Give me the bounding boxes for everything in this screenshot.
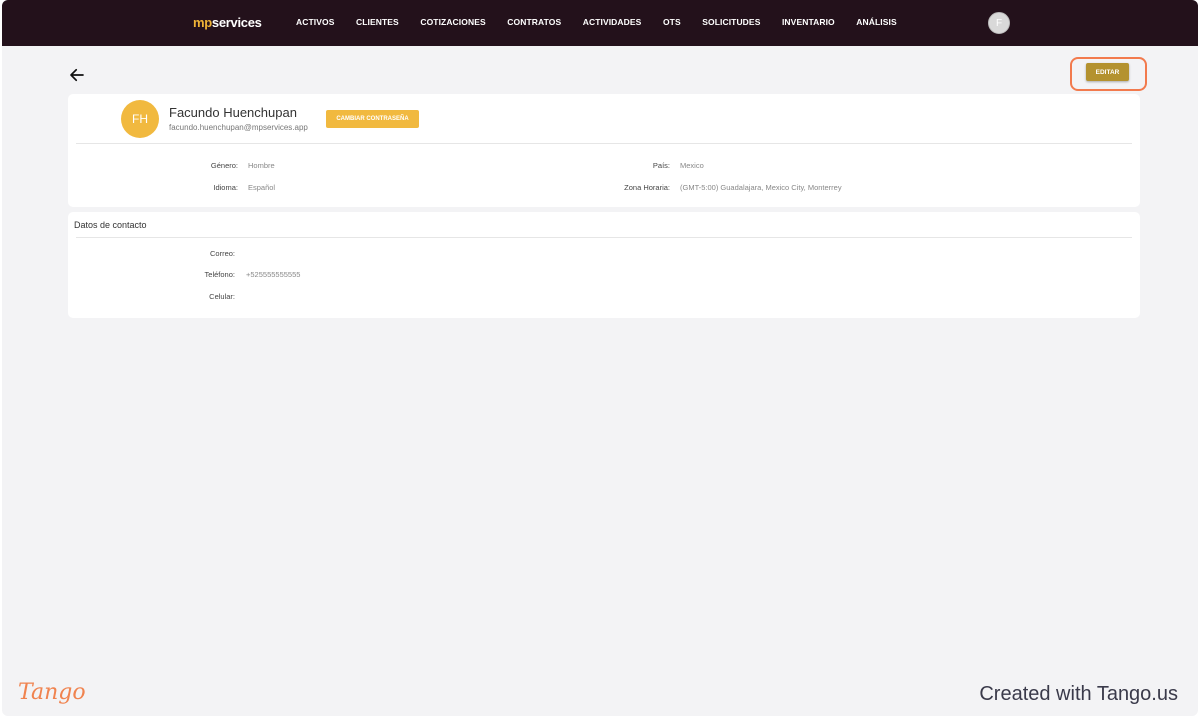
back-arrow-icon[interactable]: [68, 66, 86, 84]
profile-email: facundo.huenchupan@mpservices.app: [169, 123, 308, 132]
country-value: Mexico: [680, 161, 704, 170]
timezone-label: Zona Horaria:: [624, 183, 670, 192]
country-label: País:: [652, 161, 670, 170]
user-avatar-menu[interactable]: F: [988, 12, 1010, 34]
phone-label: Teléfono:: [204, 270, 235, 279]
profile-avatar: FH: [121, 100, 159, 138]
app-window: mpservices ACTIVOS CLIENTES COTIZACIONES…: [2, 0, 1198, 716]
edit-button[interactable]: EDITAR: [1086, 63, 1129, 81]
nav-item-clientes[interactable]: CLIENTES: [356, 17, 399, 27]
logo-mp: mp: [193, 15, 212, 30]
profile-card: FH Facundo Huenchupan facundo.huenchupan…: [68, 94, 1140, 207]
logo-services: services: [211, 15, 262, 30]
contact-divider: [76, 237, 1132, 238]
language-label: Idioma:: [213, 183, 238, 192]
change-password-button[interactable]: CAMBIAR CONTRASEÑA: [326, 110, 419, 128]
timezone-value: (GMT-5:00) Guadalajara, Mexico City, Mon…: [680, 183, 842, 192]
phone-value: +525555555555: [246, 270, 301, 279]
nav-item-cotizaciones[interactable]: COTIZACIONES: [420, 17, 485, 27]
nav-item-actividades[interactable]: ACTIVIDADES: [583, 17, 642, 27]
main-nav: ACTIVOS CLIENTES COTIZACIONES CONTRATOS …: [296, 17, 918, 27]
contact-section-title: Datos de contacto: [74, 220, 147, 230]
app-logo[interactable]: mpservices: [193, 15, 262, 30]
nav-item-analisis[interactable]: ANÁLISIS: [856, 17, 896, 27]
nav-item-inventario[interactable]: INVENTARIO: [782, 17, 835, 27]
nav-item-solicitudes[interactable]: SOLICITUDES: [702, 17, 760, 27]
tango-logo: Tango: [18, 680, 86, 705]
gender-value: Hombre: [248, 161, 275, 170]
language-value: Español: [248, 183, 276, 192]
nav-item-activos[interactable]: ACTIVOS: [296, 17, 334, 27]
tango-footer-text: Created with Tango.us: [979, 683, 1178, 705]
nav-item-ots[interactable]: OTS: [663, 17, 681, 27]
profile-name: Facundo Huenchupan: [169, 105, 297, 120]
mobile-label: Celular:: [209, 292, 235, 301]
nav-item-contratos[interactable]: CONTRATOS: [507, 17, 561, 27]
gender-label: Género:: [210, 161, 238, 170]
contact-card: Datos de contacto Correo: Teléfono: +525…: [68, 212, 1140, 318]
email-label: Correo:: [209, 249, 235, 258]
top-navbar: mpservices ACTIVOS CLIENTES COTIZACIONES…: [2, 0, 1198, 46]
profile-divider: [76, 143, 1132, 144]
